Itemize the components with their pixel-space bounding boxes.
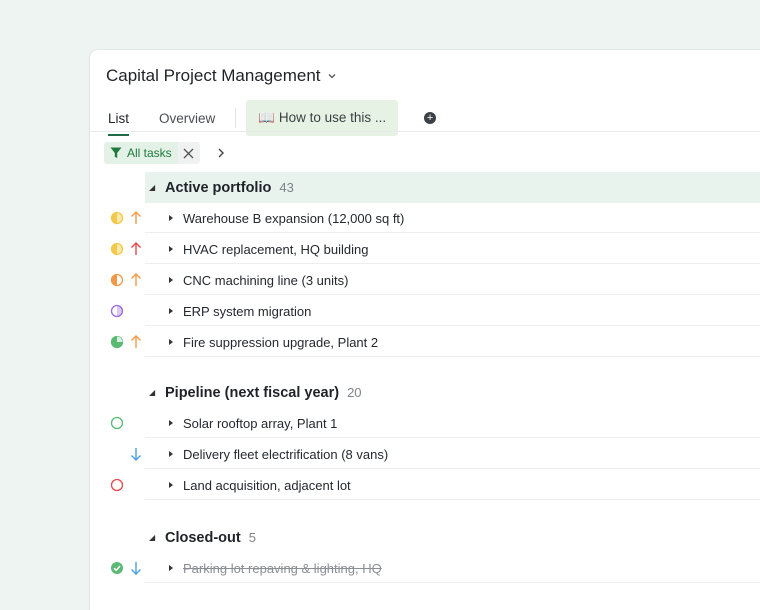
group-count: 43 [279, 180, 294, 195]
task-title[interactable]: Solar rooftop array, Plant 1 [183, 408, 337, 438]
row-divider [145, 499, 760, 500]
status-in-progress-icon[interactable] [110, 242, 124, 256]
task-row[interactable]: Solar rooftop array, Plant 1 [90, 408, 760, 438]
group-name: Closed-out [165, 529, 241, 546]
tab-list[interactable]: List [108, 104, 130, 136]
add-tab-icon[interactable]: + [424, 112, 437, 124]
status-done-icon[interactable] [110, 561, 124, 575]
task-row[interactable]: Fire suppression upgrade, Plant 2 [90, 327, 760, 357]
task-title[interactable]: Fire suppression upgrade, Plant 2 [183, 327, 378, 357]
clear-filter-button[interactable] [177, 142, 200, 164]
expand-caret-icon[interactable] [168, 419, 174, 427]
task-row[interactable]: Parking lot repaving & lighting, HQ [90, 553, 760, 583]
group-count: 5 [248, 530, 256, 545]
task-title[interactable]: ERP system migration [183, 296, 311, 326]
tab-divider [235, 108, 237, 128]
task-title[interactable]: CNC machining line (3 units) [183, 265, 348, 295]
priority-up-arrow-icon[interactable] [129, 241, 143, 257]
collapse-triangle-icon[interactable]: ◢ [149, 533, 161, 542]
expand-caret-icon[interactable] [168, 450, 174, 458]
tab-bar: List Overview 📖 How to use this ... + [108, 100, 760, 136]
funnel-icon [110, 147, 122, 158]
status-nearly-done-icon[interactable] [110, 335, 124, 349]
expand-caret-icon[interactable] [168, 214, 174, 222]
task-row[interactable]: Land acquisition, adjacent lot [90, 470, 760, 500]
expand-caret-icon[interactable] [168, 307, 174, 315]
task-row[interactable]: CNC machining line (3 units) [90, 265, 760, 295]
chevron-down-icon[interactable] [327, 71, 337, 81]
status-not-started-icon[interactable] [110, 416, 124, 430]
group-name: Pipeline (next fiscal year) [165, 384, 340, 401]
row-divider [145, 468, 760, 469]
task-title[interactable]: Delivery fleet electrification (8 vans) [183, 439, 388, 469]
group-header[interactable]: ◢ Active portfolio 43 [145, 172, 760, 203]
row-divider [145, 263, 760, 264]
task-title[interactable]: HVAC replacement, HQ building [183, 234, 368, 264]
expand-caret-icon[interactable] [168, 338, 174, 346]
group-count: 20 [347, 385, 362, 400]
priority-up-arrow-icon[interactable] [129, 272, 143, 288]
collapse-triangle-icon[interactable]: ◢ [149, 183, 161, 192]
row-divider [145, 294, 760, 295]
close-icon [183, 148, 194, 158]
status-blocked-icon[interactable] [110, 478, 124, 492]
expand-caret-icon[interactable] [168, 245, 174, 253]
task-row[interactable]: HVAC replacement, HQ building [90, 234, 760, 264]
group-header[interactable]: ◢ Pipeline (next fiscal year) 20 [145, 377, 760, 408]
tabs-divider [90, 131, 760, 132]
row-divider [145, 437, 760, 438]
task-title[interactable]: Parking lot repaving & lighting, HQ [183, 553, 382, 583]
chevron-right-icon [218, 148, 224, 158]
task-row[interactable]: Warehouse B expansion (12,000 sq ft) [90, 203, 760, 233]
expand-caret-icon[interactable] [168, 276, 174, 284]
status-in-progress-icon[interactable] [110, 211, 124, 225]
status-in-progress-icon[interactable] [110, 273, 124, 287]
project-panel: Capital Project Management List Overview… [90, 50, 760, 610]
status-in-review-icon[interactable] [110, 304, 124, 318]
expand-filters-button[interactable] [212, 142, 230, 164]
filter-label: All tasks [127, 146, 172, 160]
expand-caret-icon[interactable] [168, 564, 174, 572]
row-divider [145, 232, 760, 233]
row-divider [145, 325, 760, 326]
group-name: Active portfolio [165, 179, 272, 196]
row-divider [145, 356, 760, 357]
expand-caret-icon[interactable] [168, 481, 174, 489]
title-row[interactable]: Capital Project Management [106, 66, 337, 86]
filter-bar: All tasks [104, 142, 230, 164]
task-title[interactable]: Land acquisition, adjacent lot [183, 470, 351, 500]
task-row[interactable]: Delivery fleet electrification (8 vans) [90, 439, 760, 469]
filter-chip[interactable]: All tasks [104, 142, 178, 164]
collapse-triangle-icon[interactable]: ◢ [149, 388, 161, 397]
priority-down-arrow-icon[interactable] [129, 560, 143, 576]
group-header[interactable]: ◢ Closed-out 5 [145, 522, 760, 553]
priority-down-arrow-icon[interactable] [129, 446, 143, 462]
page-title: Capital Project Management [106, 66, 321, 85]
task-row[interactable]: ERP system migration [90, 296, 760, 326]
task-title[interactable]: Warehouse B expansion (12,000 sq ft) [183, 203, 404, 233]
tab-overview[interactable]: Overview [159, 104, 215, 132]
priority-up-arrow-icon[interactable] [129, 334, 143, 350]
priority-up-arrow-icon[interactable] [129, 210, 143, 226]
row-divider [145, 582, 760, 583]
